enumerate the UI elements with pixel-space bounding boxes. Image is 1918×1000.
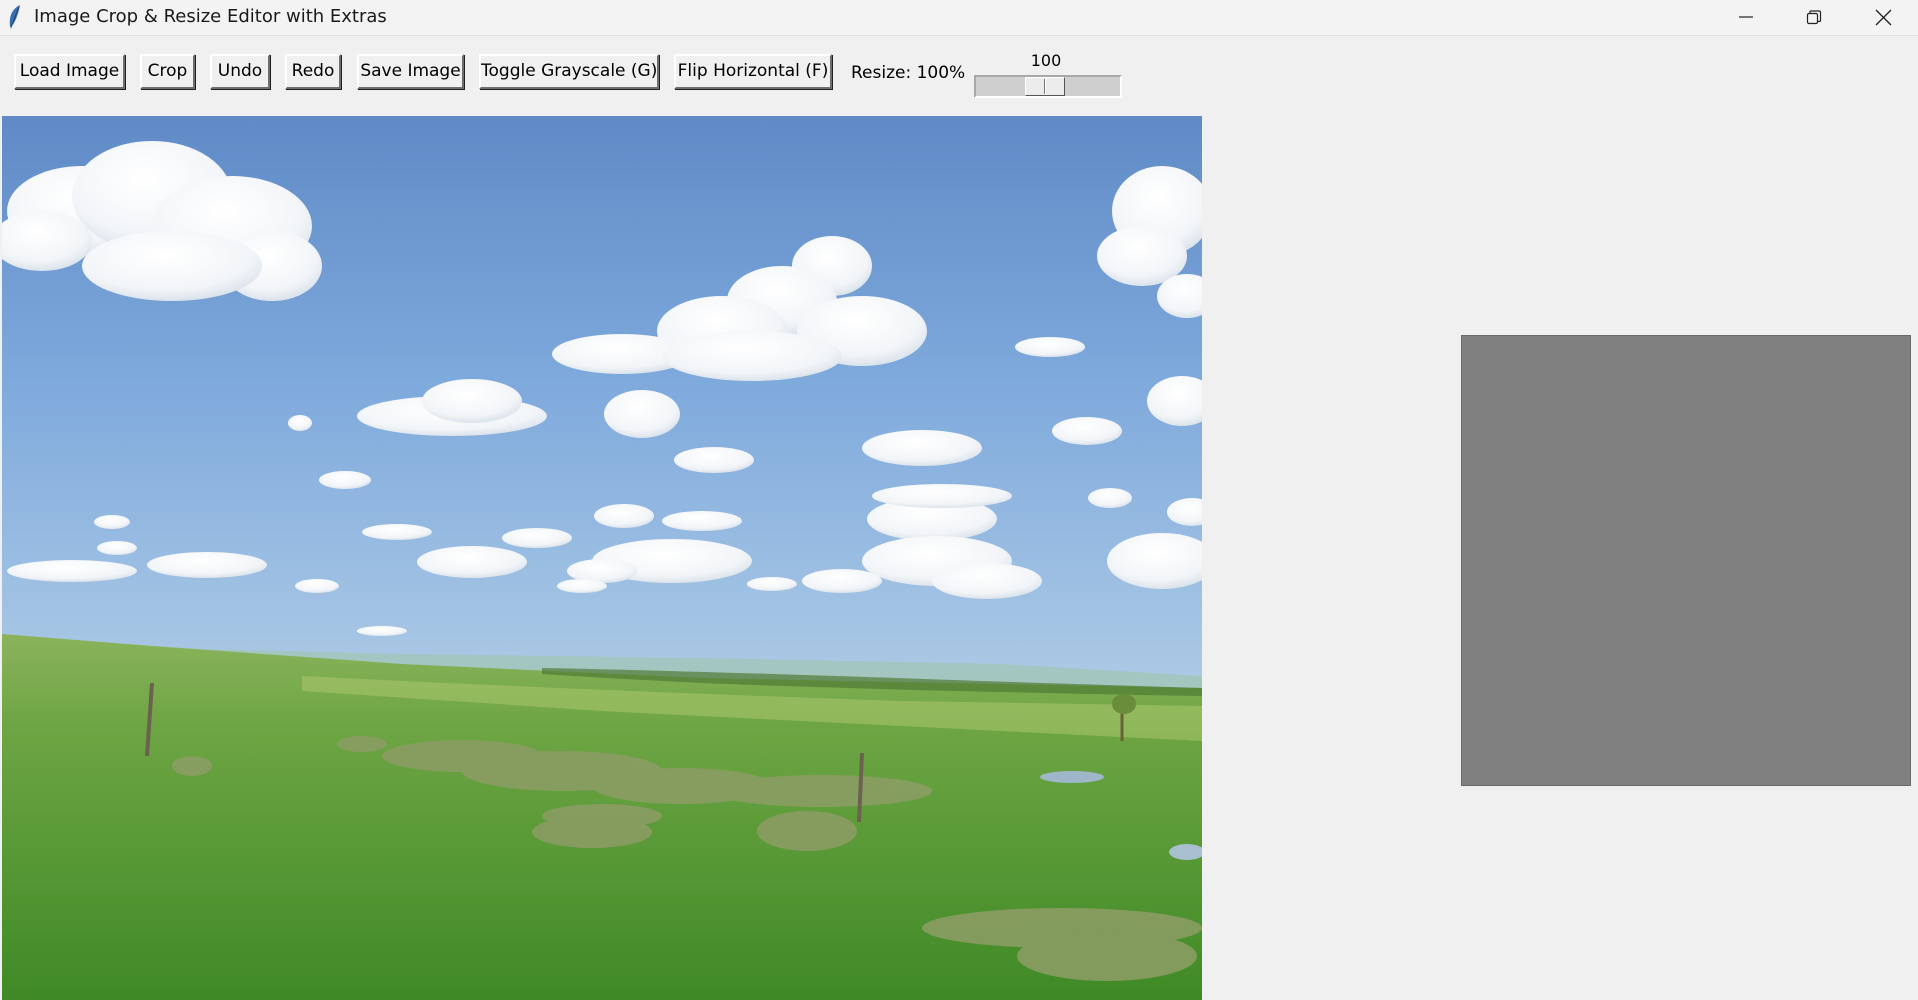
toolbar: Load Image Crop Undo Redo Save Image Tog… (0, 36, 1918, 114)
save-image-button[interactable]: Save Image (357, 54, 464, 89)
resize-scale-value: 100 (1030, 51, 1062, 70)
undo-button[interactable]: Undo (210, 54, 270, 89)
redo-button[interactable]: Redo (285, 54, 341, 89)
window-title: Image Crop & Resize Editor with Extras (34, 6, 387, 27)
resize-scale[interactable] (974, 75, 1122, 98)
close-button[interactable] (1848, 0, 1918, 35)
image-canvas[interactable] (2, 116, 1202, 1000)
minimize-button[interactable] (1711, 0, 1781, 35)
feather-icon (9, 5, 20, 29)
maximize-button[interactable] (1779, 0, 1849, 35)
resize-label: Resize: 100% (851, 63, 966, 83)
restore-icon (1806, 10, 1822, 25)
title-bar: Image Crop & Resize Editor with Extras (0, 0, 1918, 36)
landscape-image (2, 116, 1202, 1000)
preview-canvas (1461, 335, 1911, 786)
resize-scale-handle[interactable] (1025, 77, 1065, 96)
crop-button[interactable]: Crop (140, 54, 195, 89)
flip-horizontal-button[interactable]: Flip Horizontal (F) (674, 54, 832, 89)
close-icon (1875, 9, 1892, 26)
toggle-grayscale-button[interactable]: Toggle Grayscale (G) (479, 54, 659, 89)
minimize-icon (1739, 16, 1753, 18)
load-image-button[interactable]: Load Image (14, 54, 125, 89)
app-window: Image Crop & Resize Editor with Extras L… (0, 0, 1918, 1000)
